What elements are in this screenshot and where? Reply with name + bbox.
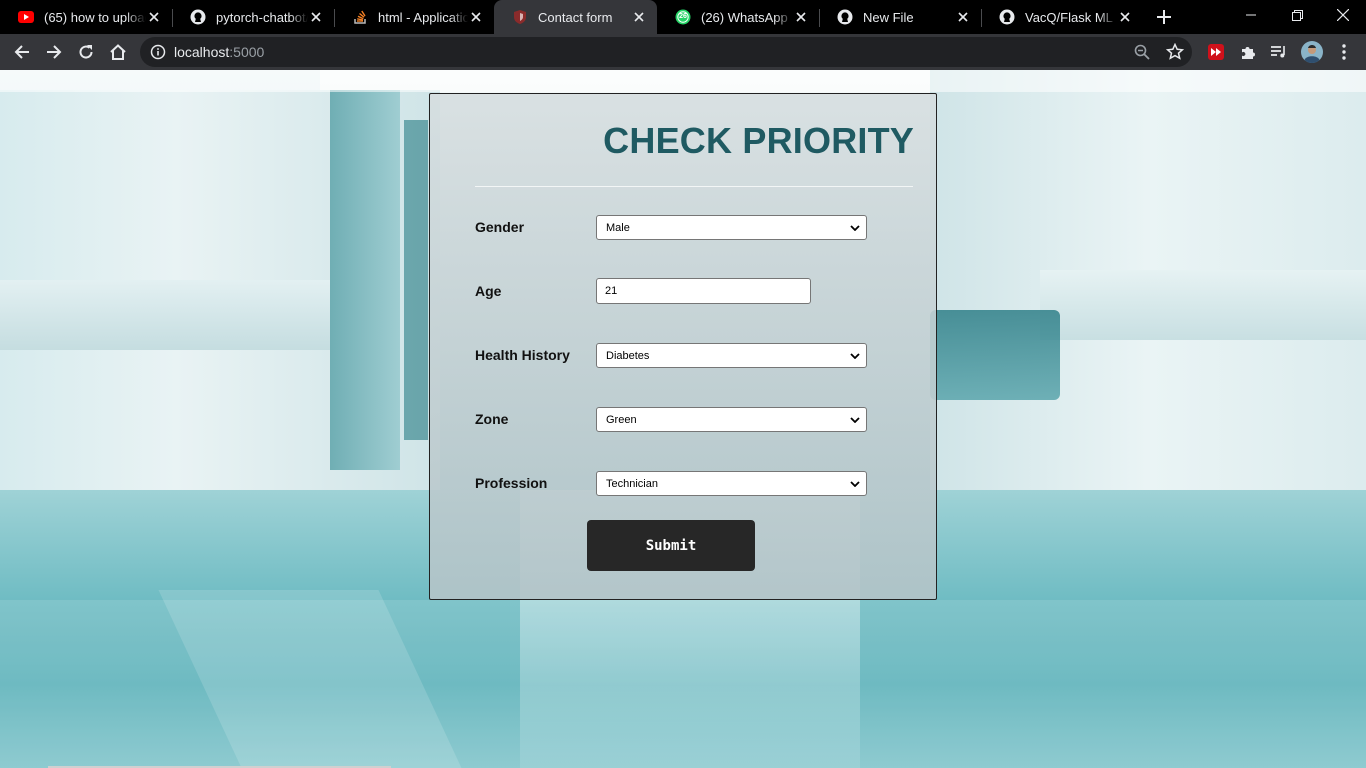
new-tab-button[interactable] bbox=[1152, 5, 1176, 29]
tab-vacq-flask[interactable]: VacQ/Flask ML mo bbox=[981, 0, 1143, 34]
tab-title: Contact form bbox=[538, 9, 613, 25]
tab-title: html - Application bbox=[378, 9, 468, 25]
kebab-menu-icon bbox=[1342, 44, 1346, 60]
gender-select[interactable]: Male bbox=[596, 215, 867, 240]
profession-value: Technician bbox=[606, 477, 658, 490]
profession-label: Profession bbox=[475, 475, 548, 491]
close-icon[interactable] bbox=[468, 9, 484, 25]
age-input[interactable] bbox=[596, 278, 811, 304]
profession-select[interactable]: Technician bbox=[596, 471, 867, 496]
extension-red-icon bbox=[1208, 44, 1224, 60]
github-icon bbox=[190, 9, 206, 25]
arrow-right-icon bbox=[47, 45, 62, 59]
close-window-icon bbox=[1337, 9, 1349, 21]
menu-button[interactable] bbox=[1330, 38, 1358, 66]
puzzle-icon bbox=[1242, 47, 1255, 59]
reload-icon bbox=[79, 45, 93, 59]
tab-youtube[interactable]: (65) how to upload bbox=[0, 0, 173, 34]
address-bar[interactable]: localhost:5000 bbox=[140, 37, 1192, 67]
minimize-button[interactable] bbox=[1228, 0, 1274, 30]
close-icon[interactable] bbox=[955, 9, 971, 25]
tab-new-file[interactable]: New File bbox=[819, 0, 982, 34]
url-port: :5000 bbox=[229, 44, 265, 60]
close-icon[interactable] bbox=[1117, 9, 1133, 25]
github-icon bbox=[999, 9, 1015, 25]
restore-icon bbox=[1291, 9, 1303, 21]
plus-icon bbox=[1157, 10, 1171, 24]
bookmark-star-icon[interactable] bbox=[1165, 42, 1185, 62]
page-icon bbox=[512, 9, 528, 25]
tab-title: VacQ/Flask ML mo bbox=[1025, 9, 1117, 25]
title-divider bbox=[475, 186, 913, 187]
tab-whatsapp[interactable]: 26 (26) WhatsApp bbox=[657, 0, 820, 34]
priority-form: CHECK PRIORITY Gender Male Age Health Hi… bbox=[429, 93, 937, 600]
reload-button[interactable] bbox=[72, 38, 100, 66]
field-gender: Gender Male bbox=[475, 215, 925, 241]
media-queue-icon bbox=[1271, 46, 1285, 58]
profile-avatar[interactable] bbox=[1298, 38, 1326, 66]
url-text[interactable]: localhost:5000 bbox=[174, 44, 264, 60]
submit-button[interactable]: Submit bbox=[587, 520, 755, 571]
gender-value: Male bbox=[606, 221, 630, 234]
tab-stackoverflow[interactable]: html - Application bbox=[334, 0, 494, 34]
age-label: Age bbox=[475, 283, 502, 299]
tab-contact-form[interactable]: Contact form bbox=[494, 0, 657, 34]
health-history-label: Health History bbox=[475, 347, 570, 363]
tab-title: New File bbox=[863, 9, 914, 25]
whatsapp-badge: 26 bbox=[679, 13, 687, 20]
chevron-down-icon bbox=[848, 413, 862, 427]
page-viewport: CHECK PRIORITY Gender Male Age Health Hi… bbox=[0, 70, 1366, 768]
back-button[interactable] bbox=[8, 38, 36, 66]
field-zone: Zone Green bbox=[475, 407, 925, 433]
tab-title: pytorch-chatbot/c bbox=[216, 9, 308, 25]
tab-strip: (65) how to upload pytorch-chatbot/c htm… bbox=[0, 0, 1366, 34]
close-window-button[interactable] bbox=[1320, 0, 1366, 30]
field-health-history: Health History Diabetes bbox=[475, 343, 925, 369]
avatar-icon bbox=[1301, 41, 1323, 63]
home-icon bbox=[110, 44, 126, 60]
close-icon[interactable] bbox=[308, 9, 324, 25]
minimize-icon bbox=[1246, 14, 1256, 16]
restore-button[interactable] bbox=[1274, 0, 1320, 30]
github-icon bbox=[837, 9, 853, 25]
close-icon[interactable] bbox=[146, 9, 162, 25]
close-icon[interactable] bbox=[793, 9, 809, 25]
form-title: CHECK PRIORITY bbox=[603, 120, 914, 161]
health-history-value: Diabetes bbox=[606, 349, 650, 362]
whatsapp-icon: 26 bbox=[675, 9, 691, 25]
extensions-button[interactable] bbox=[1234, 38, 1262, 66]
gender-label: Gender bbox=[475, 219, 525, 235]
field-age: Age bbox=[475, 278, 925, 304]
zone-label: Zone bbox=[475, 411, 509, 427]
field-profession: Profession Technician bbox=[475, 471, 925, 497]
tab-title: (26) WhatsApp bbox=[701, 9, 788, 25]
home-button[interactable] bbox=[104, 38, 132, 66]
youtube-icon bbox=[18, 9, 34, 25]
browser-toolbar: localhost:5000 bbox=[0, 34, 1366, 70]
tab-title: (65) how to upload bbox=[44, 9, 146, 25]
url-host: localhost bbox=[174, 44, 230, 60]
chevron-down-icon bbox=[848, 221, 862, 235]
forward-button[interactable] bbox=[40, 38, 68, 66]
zone-value: Green bbox=[606, 413, 637, 426]
extension-button[interactable] bbox=[1202, 38, 1230, 66]
reading-list-button[interactable] bbox=[1265, 38, 1293, 66]
zoom-out-icon[interactable] bbox=[1132, 42, 1152, 62]
info-icon[interactable] bbox=[150, 44, 166, 60]
chevron-down-icon bbox=[848, 349, 862, 363]
health-history-select[interactable]: Diabetes bbox=[596, 343, 867, 368]
close-icon[interactable] bbox=[631, 9, 647, 25]
arrow-left-icon bbox=[14, 45, 29, 59]
chevron-down-icon bbox=[848, 477, 862, 491]
zone-select[interactable]: Green bbox=[596, 407, 867, 432]
stackoverflow-icon bbox=[352, 9, 368, 25]
tab-pytorch-chatbot[interactable]: pytorch-chatbot/c bbox=[172, 0, 335, 34]
